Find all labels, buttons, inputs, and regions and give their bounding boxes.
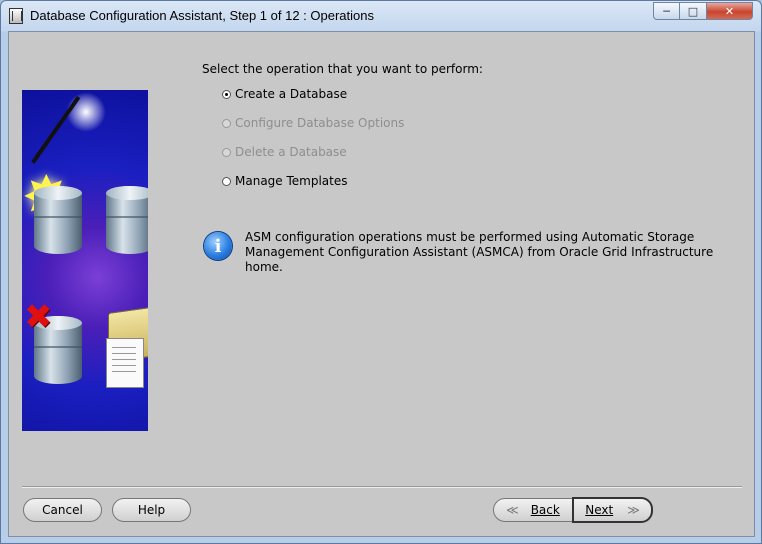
radio-button-icon[interactable] (222, 89, 231, 99)
back-button[interactable]: ≪ Back (493, 498, 573, 522)
database-app-icon (9, 8, 23, 24)
next-button[interactable]: Next ≫ (572, 497, 653, 523)
next-arrow-icon: ≫ (627, 503, 640, 517)
option-label: Manage Templates (235, 174, 348, 188)
info-icon: i (204, 232, 232, 260)
radio-button-icon (222, 118, 231, 128)
title-bar[interactable]: Database Configuration Assistant, Step 1… (1, 1, 761, 31)
glow-decoration (66, 92, 106, 132)
info-line: ASM configuration operations must be per… (245, 230, 695, 244)
radio-button-icon (222, 147, 231, 157)
option-configure-database-options: Configure Database Options (222, 115, 404, 131)
option-label: Configure Database Options (235, 116, 405, 130)
footer-divider (22, 486, 742, 488)
info-message: ASM configuration operations must be per… (245, 230, 745, 275)
operation-prompt: Select the operation that you want to pe… (202, 62, 483, 76)
help-button[interactable]: Help (112, 498, 191, 522)
cancel-button[interactable]: Cancel (23, 498, 102, 522)
document-icon (106, 338, 144, 388)
option-delete-database: Delete a Database (222, 144, 347, 160)
back-arrow-icon: ≪ (506, 503, 519, 517)
magic-wand-icon (31, 96, 81, 164)
option-label: Create a Database (235, 87, 348, 101)
option-create-database[interactable]: Create a Database (222, 86, 347, 102)
delete-x-icon: ✖ (24, 297, 53, 337)
maximize-button[interactable]: □ (680, 2, 707, 20)
option-manage-templates[interactable]: Manage Templates (222, 173, 348, 189)
database-cylinder-icon (34, 186, 82, 254)
radio-button-icon[interactable] (222, 176, 231, 186)
next-label: Next (585, 503, 614, 517)
database-cylinder-icon (106, 186, 148, 254)
option-label: Delete a Database (235, 145, 347, 159)
close-button[interactable]: ✕ (707, 2, 753, 20)
dbca-window: Database Configuration Assistant, Step 1… (0, 0, 762, 544)
operations-illustration: ✸ ✓ ✓ ✖ (22, 90, 148, 431)
info-line: Management Configuration Assistant (ASMC… (245, 245, 714, 274)
dialog-body: ✸ ✓ ✓ ✖ Select the operation that you wa… (8, 31, 755, 537)
window-title: Database Configuration Assistant, Step 1… (30, 8, 374, 23)
back-label: Back (530, 503, 560, 517)
window-controls: ─ □ ✕ (653, 2, 753, 22)
minimize-button[interactable]: ─ (653, 2, 680, 20)
